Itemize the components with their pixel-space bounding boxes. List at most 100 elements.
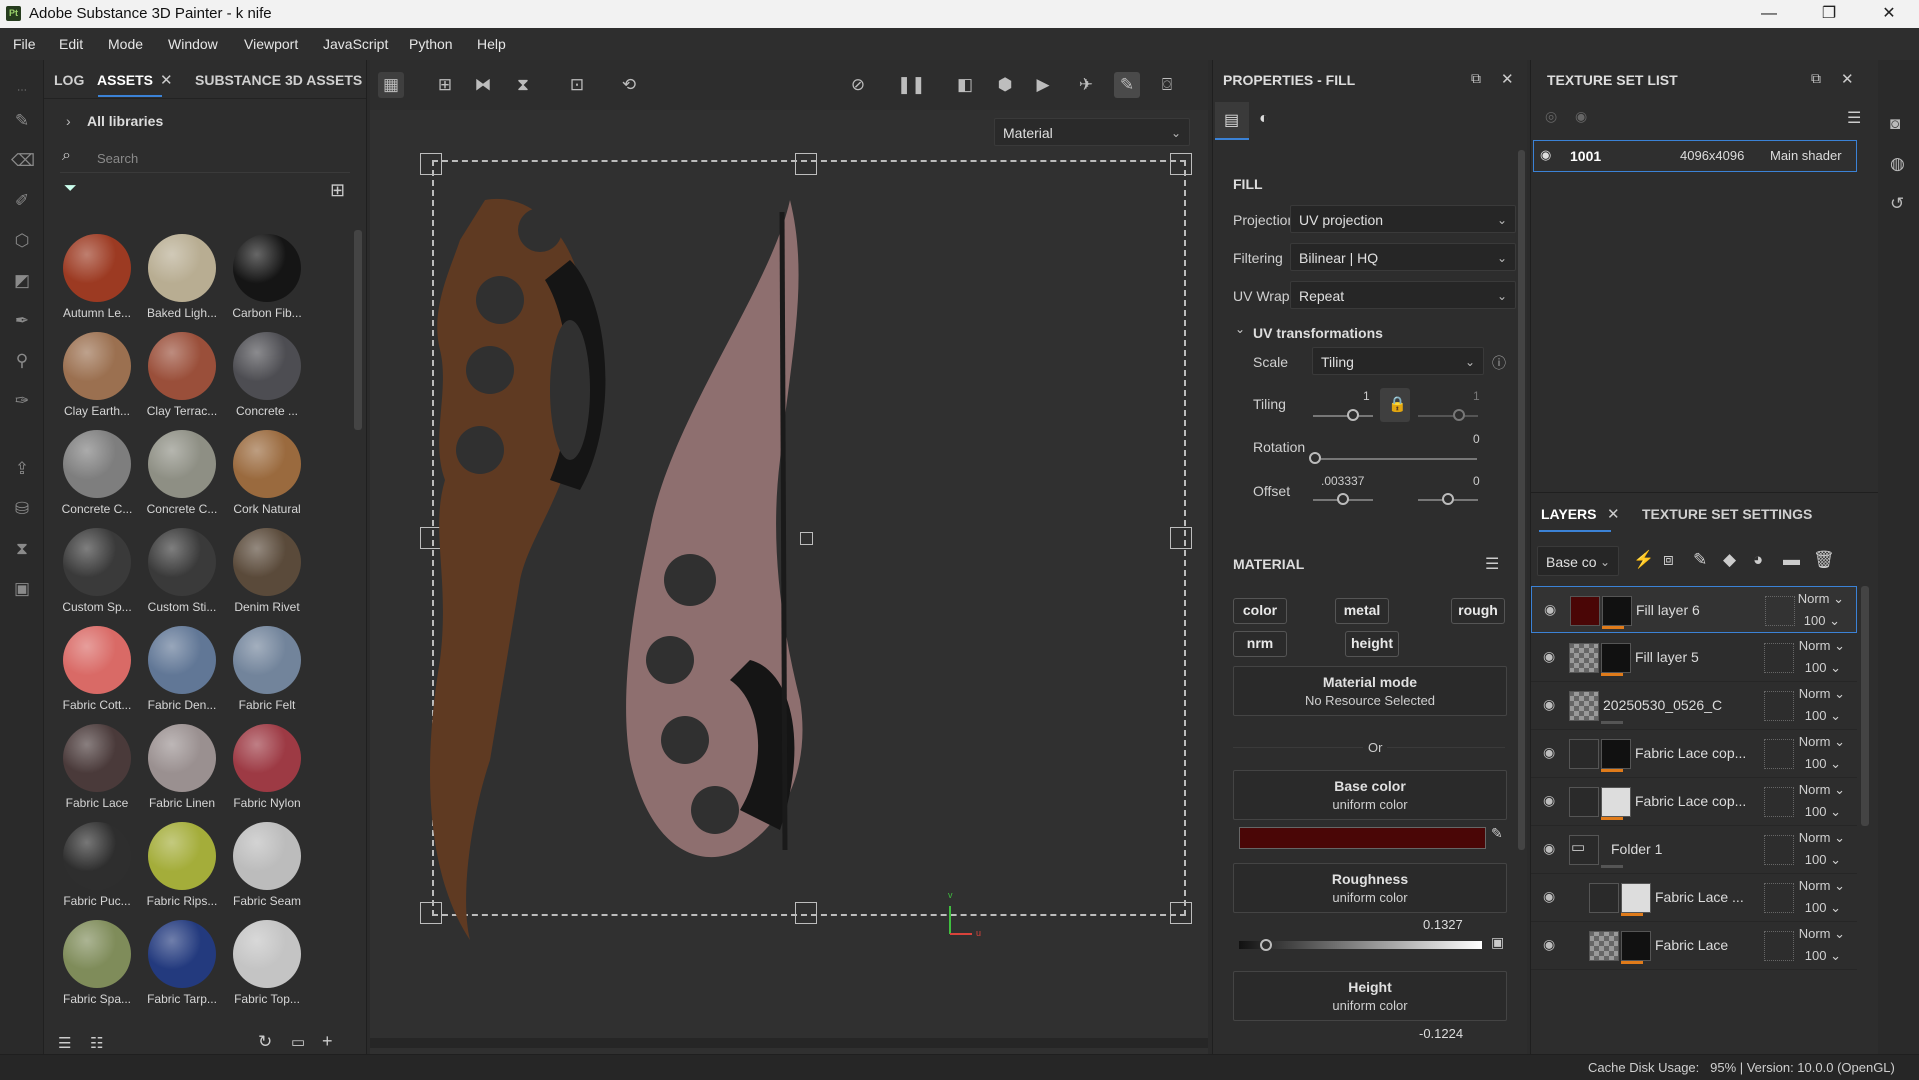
asset-tile[interactable]: Fabric Linen bbox=[135, 722, 221, 820]
asset-tile[interactable]: Baked Ligh... bbox=[135, 232, 221, 330]
opacity[interactable]: 100 ⌄ bbox=[1805, 900, 1841, 916]
menu-mode[interactable]: Mode bbox=[108, 36, 143, 52]
asset-tile[interactable]: Concrete C... bbox=[135, 428, 221, 526]
layer-mask-thumbnail[interactable] bbox=[1602, 596, 1632, 626]
asset-tile[interactable]: Fabric Felt bbox=[220, 624, 306, 722]
geometry-fill-icon[interactable]: ⬡ bbox=[11, 230, 33, 252]
search-input[interactable]: ⌕ Search bbox=[60, 146, 350, 173]
breadcrumb[interactable]: All libraries bbox=[87, 113, 163, 129]
lock-button[interactable]: 🔒 bbox=[1380, 388, 1410, 422]
asset-tile[interactable]: Fabric Seam bbox=[220, 820, 306, 918]
projection-icon[interactable]: ✐ bbox=[11, 190, 33, 212]
layer-row[interactable]: ◉ ▭ Folder 1 Norm ⌄ 100 ⌄ bbox=[1531, 826, 1857, 874]
asset-tile[interactable]: Carbon Fib... bbox=[220, 232, 306, 330]
list-detail-icon[interactable]: ☷ bbox=[90, 1034, 103, 1052]
close-tab-icon[interactable]: ✕ bbox=[1607, 505, 1620, 523]
layer-name[interactable]: Fill layer 6 bbox=[1636, 602, 1756, 618]
channel-color[interactable]: color bbox=[1233, 598, 1287, 624]
opacity[interactable]: 100 ⌄ bbox=[1804, 613, 1840, 629]
export-icon[interactable]: ⇪ bbox=[11, 458, 33, 480]
eye-icon[interactable]: ◉ bbox=[1543, 936, 1555, 953]
texture-link-icon[interactable]: ▣ bbox=[1491, 934, 1504, 951]
tab-log[interactable]: LOG bbox=[54, 72, 84, 88]
blend-mask-slot[interactable] bbox=[1764, 787, 1794, 817]
blend-mode[interactable]: Norm ⌄ bbox=[1799, 686, 1845, 702]
asset-tile[interactable]: Fabric Spa... bbox=[50, 918, 136, 1016]
layer-name[interactable]: Fabric Lace cop... bbox=[1635, 793, 1755, 809]
eye-icon[interactable]: ◉ bbox=[1543, 840, 1555, 857]
asset-tile[interactable]: Fabric Den... bbox=[135, 624, 221, 722]
opacity[interactable]: 100 ⌄ bbox=[1805, 660, 1841, 676]
eye-icon[interactable]: ◉ bbox=[1544, 601, 1556, 618]
polygon-fill-icon[interactable]: ◩ bbox=[11, 270, 33, 292]
texture-set-row[interactable]: ◉ 1001 4096x4096 Main shader bbox=[1533, 140, 1857, 172]
asset-tile[interactable]: Fabric Puc... bbox=[50, 820, 136, 918]
viewport-scrollbar[interactable] bbox=[370, 1038, 1208, 1048]
info-icon[interactable]: ⓘ bbox=[1492, 353, 1506, 373]
add-fill-layer-icon[interactable]: ◆ bbox=[1723, 550, 1736, 570]
menu-help[interactable]: Help bbox=[477, 36, 506, 52]
asset-tile[interactable]: Fabric Lace bbox=[50, 722, 136, 820]
layer-name[interactable]: Fabric Lace cop... bbox=[1635, 745, 1755, 761]
chevron-down-icon[interactable]: ⌄ bbox=[1235, 322, 1245, 336]
eyedropper-icon[interactable]: ✎ bbox=[1491, 825, 1503, 842]
layer-mask-thumbnail[interactable] bbox=[1601, 787, 1631, 817]
chevron-right-icon[interactable]: › bbox=[66, 113, 71, 129]
tab-assets[interactable]: ASSETS bbox=[97, 72, 153, 88]
hourglass-icon[interactable]: ⧗ bbox=[11, 538, 33, 560]
smudge-icon[interactable]: ✒ bbox=[11, 310, 33, 332]
asset-tile[interactable]: Fabric Rips... bbox=[135, 820, 221, 918]
history-icon[interactable]: ↺ bbox=[1890, 194, 1904, 214]
asset-tile[interactable]: Fabric Tarp... bbox=[135, 918, 221, 1016]
rotation-knob[interactable] bbox=[1309, 452, 1321, 464]
scrollbar[interactable] bbox=[1861, 586, 1869, 826]
clone-icon[interactable]: ⚲ bbox=[11, 350, 33, 372]
restore-button[interactable]: ❐ bbox=[1806, 0, 1852, 28]
blend-mode[interactable]: Norm ⌄ bbox=[1798, 591, 1844, 607]
layer-mask-thumbnail[interactable] bbox=[1601, 739, 1631, 769]
channel-height[interactable]: height bbox=[1345, 631, 1399, 657]
layer-row[interactable]: ◉ Fabric Lace ... Norm ⌄ 100 ⌄ bbox=[1531, 874, 1857, 922]
menu-window[interactable]: Window bbox=[168, 36, 218, 52]
add-effect-icon[interactable]: ⚡ bbox=[1633, 550, 1654, 570]
opacity[interactable]: 100 ⌄ bbox=[1805, 708, 1841, 724]
offset-knob-u[interactable] bbox=[1337, 493, 1349, 505]
eye-icon[interactable]: ◉ bbox=[1543, 648, 1555, 665]
blend-mode[interactable]: Norm ⌄ bbox=[1799, 878, 1845, 894]
asset-tile[interactable]: Fabric Cott... bbox=[50, 624, 136, 722]
uvwrap-select[interactable]: Repeat ⌄ bbox=[1290, 281, 1516, 309]
layer-row[interactable]: ◉ Fabric Lace cop... Norm ⌄ 100 ⌄ bbox=[1531, 778, 1857, 826]
layer-row[interactable]: ◉ Fabric Lace Norm ⌄ 100 ⌄ bbox=[1531, 922, 1857, 970]
close-panel-icon[interactable]: ✕ bbox=[1501, 70, 1514, 88]
scrollbar[interactable] bbox=[1518, 150, 1525, 850]
asset-tile[interactable]: Cork Natural bbox=[220, 428, 306, 526]
asset-tile[interactable]: Custom Sp... bbox=[50, 526, 136, 624]
close-button[interactable]: ✕ bbox=[1866, 0, 1912, 28]
roughness-knob[interactable] bbox=[1260, 939, 1272, 951]
add-paint-layer-icon[interactable]: ✎ bbox=[1693, 550, 1707, 570]
delete-icon[interactable]: 🗑 bbox=[1813, 550, 1835, 570]
blend-mask-slot[interactable] bbox=[1764, 931, 1794, 961]
filter-icon[interactable]: ⏷ bbox=[64, 180, 77, 198]
blend-mask-slot[interactable] bbox=[1764, 835, 1794, 865]
list-icon[interactable]: ☰ bbox=[58, 1034, 71, 1052]
tiling-knob-v[interactable] bbox=[1453, 409, 1465, 421]
roughness-slider[interactable] bbox=[1239, 941, 1482, 949]
scrollbar[interactable] bbox=[354, 230, 362, 430]
layer-row[interactable]: ◉ Fill layer 5 Norm ⌄ 100 ⌄ bbox=[1531, 634, 1857, 682]
material-tab-icon[interactable]: ◐ bbox=[1259, 110, 1269, 128]
base-color-box[interactable]: Base color uniform color bbox=[1233, 770, 1507, 820]
blend-mask-slot[interactable] bbox=[1765, 596, 1795, 626]
material-mode-box[interactable]: Material mode No Resource Selected bbox=[1233, 666, 1507, 716]
eye-icon[interactable]: ◉ bbox=[1540, 147, 1551, 163]
add-mask-icon[interactable]: ⧈ bbox=[1663, 550, 1674, 570]
opacity[interactable]: 100 ⌄ bbox=[1805, 948, 1841, 964]
color-picker-icon[interactable]: ✑ bbox=[11, 390, 33, 412]
viewer-settings-icon[interactable]: ▣ bbox=[11, 578, 33, 600]
offset-knob-v[interactable] bbox=[1442, 493, 1454, 505]
tab-texture-set-settings[interactable]: TEXTURE SET SETTINGS bbox=[1642, 506, 1812, 522]
layer-row[interactable]: ◉ Fabric Lace cop... Norm ⌄ 100 ⌄ bbox=[1531, 730, 1857, 778]
asset-tile[interactable]: Clay Terrac... bbox=[135, 330, 221, 428]
menu-python[interactable]: Python bbox=[409, 36, 453, 52]
tab-layers[interactable]: LAYERS bbox=[1541, 506, 1597, 522]
